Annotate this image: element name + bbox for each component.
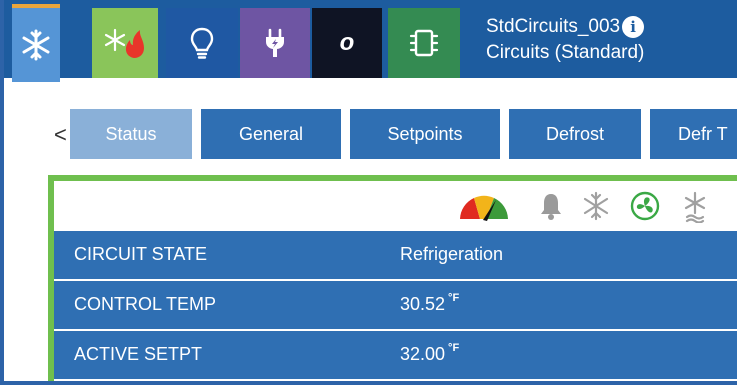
device-subtitle: Circuits (Standard) [486,42,645,63]
tab-status[interactable]: Status [70,109,192,159]
row-value-text: 30.52 [400,294,446,314]
row-value-text: 32.00 [400,344,446,364]
snowflake-flame-tool-button[interactable] [92,8,158,78]
tab-defr-t[interactable]: Defr T [650,109,737,159]
row-value-text: Refrigeration [400,244,504,264]
device-title-block: StdCircuits_003 i Circuits (Standard) [486,14,644,66]
table-row: CONTROL TEMP 30.52 °F [54,281,737,331]
row-label: CONTROL TEMP [74,294,217,314]
table-row: ACTIVE SETPT 32.00 °F [54,331,737,381]
app-frame: o StdCircuits_003 i Circuits (Standard) <… [0,0,737,385]
row-unit: °F [448,342,460,354]
defrost-icon [684,191,706,223]
tabs-prev-arrow-icon[interactable]: < [54,122,67,148]
tab-defrost[interactable]: Defrost [509,109,641,159]
snowflake-flame-icon [104,28,144,58]
snowflake-tool-button[interactable] [12,4,60,82]
snowflake-icon [583,191,609,221]
tab-general[interactable]: General [201,109,341,159]
status-icon-row [54,181,737,231]
chip-icon [409,29,439,57]
lightbulb-icon [190,27,214,59]
bell-icon [541,194,561,220]
lightbulb-tool-button[interactable] [166,8,238,78]
fan-icon [630,191,660,221]
row-value: 30.52 °F [400,292,460,315]
row-label: ACTIVE SETPT [74,344,203,364]
o-icon: o [339,29,355,56]
o-tool-button[interactable]: o [312,8,382,78]
status-panel: CIRCUIT STATE Refrigeration CONTROL TEMP… [48,175,737,381]
gauge-icon [460,195,508,221]
row-value: 32.00 °F [400,342,460,365]
row-label: CIRCUIT STATE [74,244,208,264]
status-table: CIRCUIT STATE Refrigeration CONTROL TEMP… [54,231,737,381]
row-value: Refrigeration [400,244,503,265]
snowflake-icon [22,29,50,61]
info-icon[interactable]: i [622,15,645,38]
plug-icon [266,28,284,57]
device-title: StdCircuits_003 [486,16,621,37]
row-unit: °F [448,292,460,304]
toolbar: o StdCircuits_003 i Circuits (Standard) [4,0,737,82]
chip-tool-button[interactable] [388,8,460,78]
plug-tool-button[interactable] [240,8,310,78]
tab-setpoints[interactable]: Setpoints [350,109,500,159]
table-row: CIRCUIT STATE Refrigeration [54,231,737,281]
